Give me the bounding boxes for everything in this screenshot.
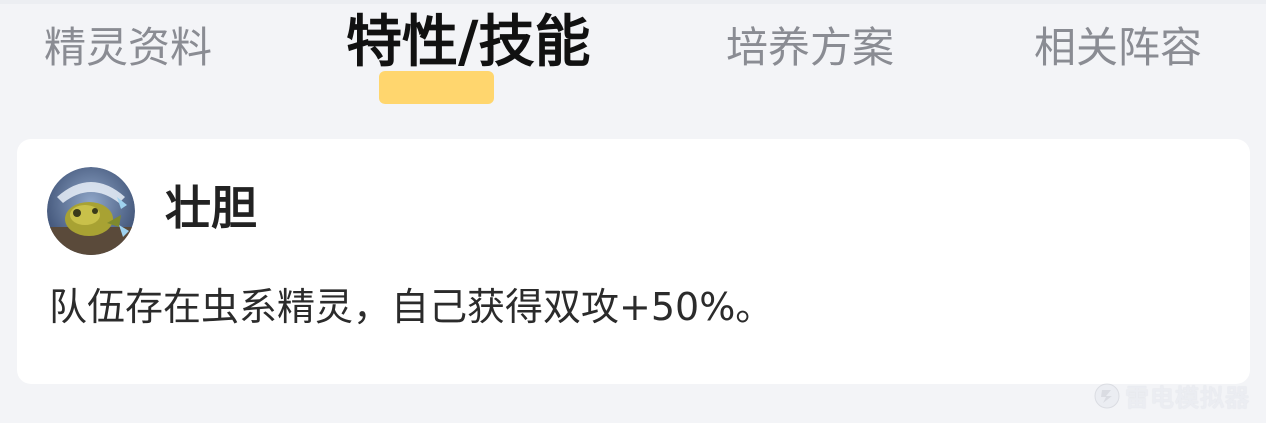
ability-card: 壮胆 队伍存在虫系精灵，自己获得双攻+50%。: [17, 139, 1250, 384]
bug-creature-avatar-icon: [47, 167, 135, 255]
ability-description: 队伍存在虫系精灵，自己获得双攻+50%。: [49, 285, 774, 329]
watermark-text: 雷电模拟器: [1125, 384, 1250, 412]
tab-related-teams[interactable]: 相关阵容: [1034, 20, 1202, 76]
emulator-logo-icon: [1094, 383, 1120, 408]
tab-abilities-skills[interactable]: 特性/技能: [346, 10, 590, 76]
tab-profile[interactable]: 精灵资料: [44, 20, 212, 76]
tab-training-plan[interactable]: 培养方案: [726, 20, 894, 76]
active-tab-indicator: [379, 71, 494, 104]
watermark: 雷电模拟器: [1093, 378, 1250, 413]
tab-bar: 精灵资料 特性/技能 培养方案 相关阵容: [0, 0, 1266, 120]
ability-name: 壮胆: [165, 181, 257, 235]
